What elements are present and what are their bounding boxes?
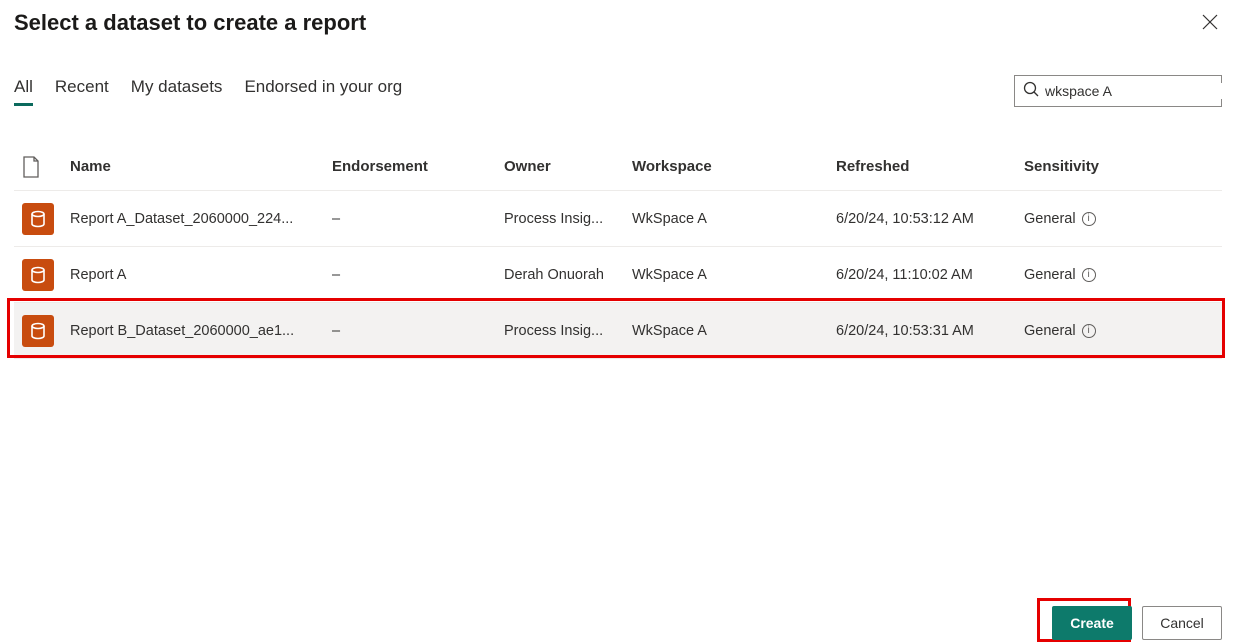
dataset-icon [22, 315, 54, 347]
create-button[interactable]: Create [1052, 606, 1132, 640]
cell-owner: Derah Onuorah [504, 267, 632, 283]
close-button[interactable] [1198, 10, 1222, 37]
file-icon [14, 156, 70, 178]
dialog-title: Select a dataset to create a report [14, 10, 366, 36]
col-header-endorsement[interactable]: Endorsement [332, 158, 504, 175]
cell-name: Report A_Dataset_2060000_224... [70, 211, 332, 227]
close-icon [1202, 18, 1218, 33]
cell-refreshed: 6/20/24, 10:53:31 AM [836, 323, 1024, 339]
search-icon [1023, 81, 1039, 102]
table-row[interactable]: Report A – Derah Onuorah WkSpace A 6/20/… [14, 247, 1222, 303]
dataset-icon [22, 203, 54, 235]
tab-all[interactable]: All [14, 77, 33, 106]
cell-owner: Process Insig... [504, 211, 632, 227]
tab-endorsed[interactable]: Endorsed in your org [244, 77, 402, 106]
table-row[interactable]: Report B_Dataset_2060000_ae1... – Proces… [14, 303, 1222, 359]
cell-sensitivity: General i [1024, 323, 1222, 339]
cell-endorsement: – [332, 323, 504, 339]
tab-recent[interactable]: Recent [55, 77, 109, 106]
cell-sensitivity: General i [1024, 211, 1222, 227]
cell-endorsement: – [332, 211, 504, 227]
info-icon[interactable]: i [1082, 212, 1096, 226]
cell-refreshed: 6/20/24, 11:10:02 AM [836, 267, 1024, 283]
tab-my-datasets[interactable]: My datasets [131, 77, 223, 106]
cell-workspace: WkSpace A [632, 211, 836, 227]
col-header-sensitivity[interactable]: Sensitivity [1024, 158, 1222, 175]
tabs-list: All Recent My datasets Endorsed in your … [14, 77, 402, 106]
cell-workspace: WkSpace A [632, 267, 836, 283]
info-icon[interactable]: i [1082, 268, 1096, 282]
search-box[interactable] [1014, 75, 1222, 107]
col-header-owner[interactable]: Owner [504, 158, 632, 175]
cell-name: Report B_Dataset_2060000_ae1... [70, 323, 332, 339]
cell-name: Report A [70, 267, 332, 283]
col-header-name[interactable]: Name [70, 158, 332, 175]
cell-endorsement: – [332, 267, 504, 283]
table-row[interactable]: Report A_Dataset_2060000_224... – Proces… [14, 191, 1222, 247]
table-header: Name Endorsement Owner Workspace Refresh… [14, 143, 1222, 191]
cancel-button[interactable]: Cancel [1142, 606, 1222, 640]
dataset-icon [22, 259, 54, 291]
col-header-workspace[interactable]: Workspace [632, 158, 836, 175]
col-header-refreshed[interactable]: Refreshed [836, 158, 1024, 175]
cell-refreshed: 6/20/24, 10:53:12 AM [836, 211, 1024, 227]
cell-workspace: WkSpace A [632, 323, 836, 339]
info-icon[interactable]: i [1082, 324, 1096, 338]
cell-owner: Process Insig... [504, 323, 632, 339]
search-input[interactable] [1045, 83, 1226, 99]
cell-sensitivity: General i [1024, 267, 1222, 283]
